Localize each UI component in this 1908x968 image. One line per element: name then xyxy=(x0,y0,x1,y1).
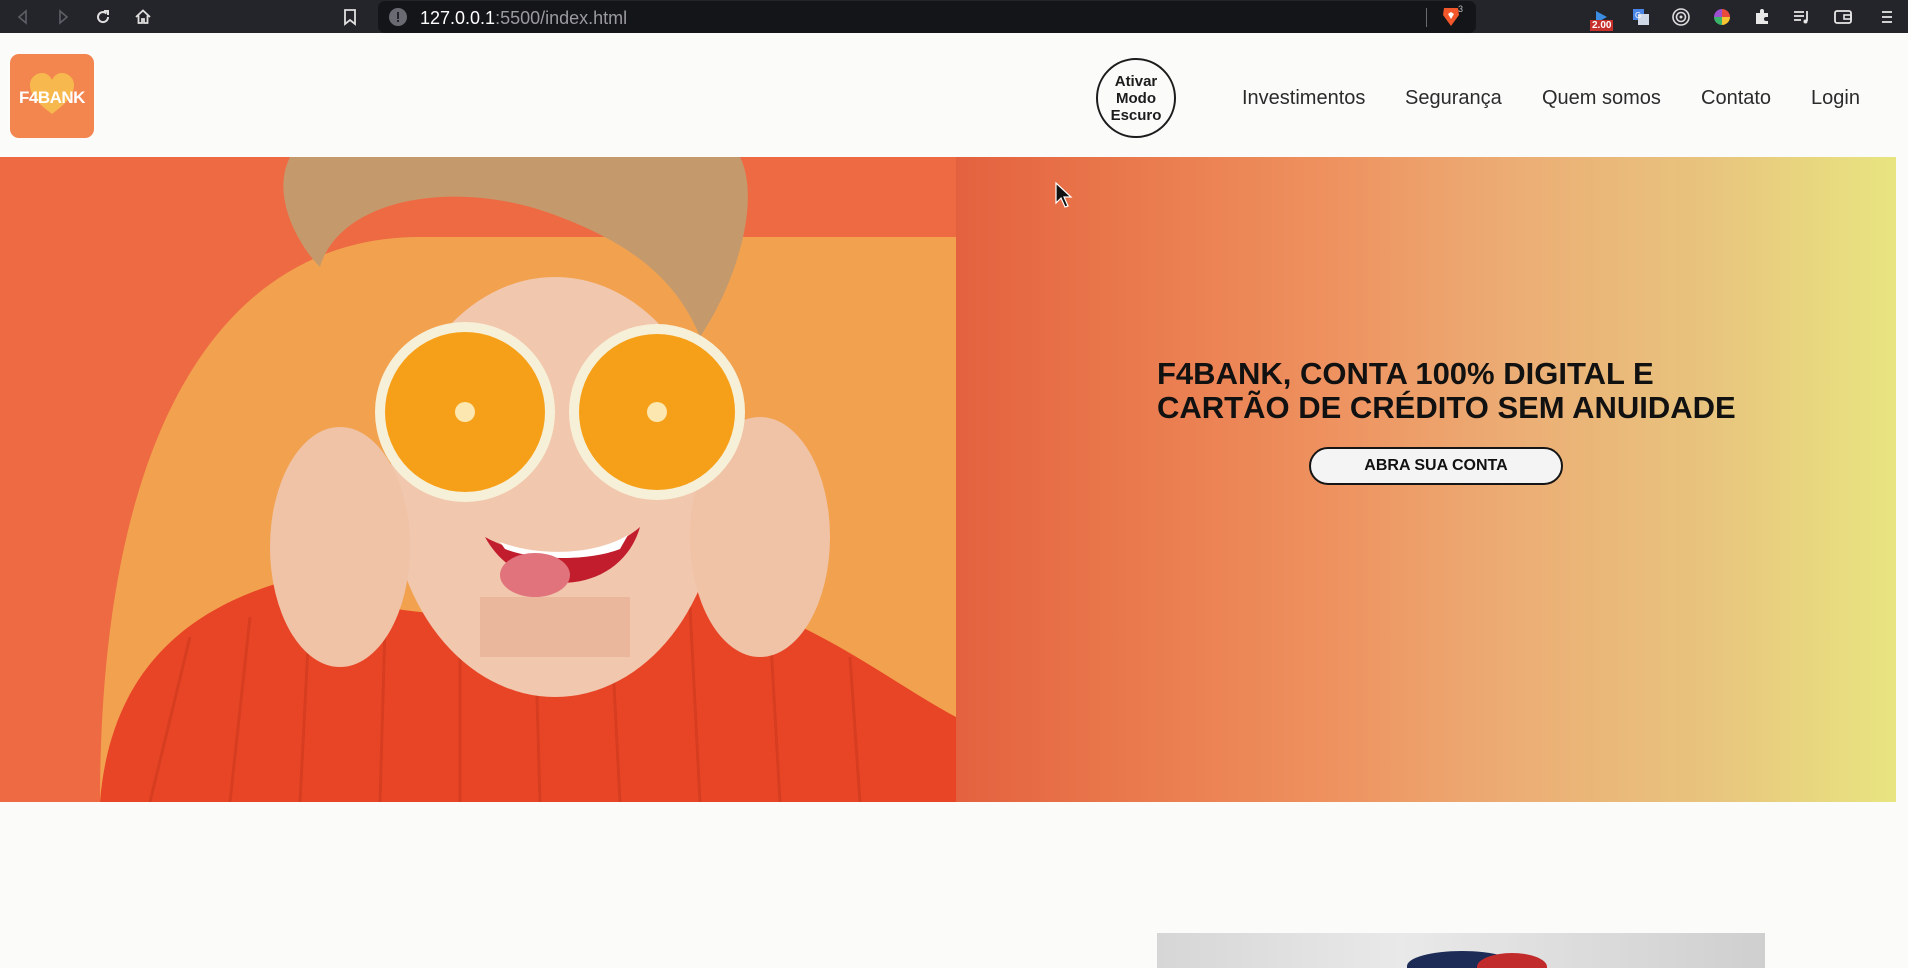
extension-badge: 2.00 xyxy=(1590,20,1614,31)
url-host: 127.0.0.1 xyxy=(420,8,496,28)
nav-investimentos[interactable]: Investimentos xyxy=(1242,87,1365,110)
logo[interactable]: F4BANK xyxy=(10,54,94,138)
mouse-cursor-icon xyxy=(1055,181,1073,208)
home-icon[interactable] xyxy=(130,4,156,30)
hero-section: F4BANK, CONTA 100% DIGITAL E CARTÃO DE C… xyxy=(0,157,1896,802)
site-info-icon[interactable] xyxy=(389,8,407,26)
url-separator xyxy=(1426,8,1427,27)
brave-shield-count: 3 xyxy=(1458,4,1464,14)
logo-text: F4BANK xyxy=(19,88,85,107)
url-path: :5500/index.html xyxy=(495,8,628,28)
extensions-puzzle-icon[interactable] xyxy=(1749,4,1775,30)
hero-illustration xyxy=(100,157,956,802)
color-picker-icon[interactable] xyxy=(1709,4,1735,30)
back-icon[interactable] xyxy=(10,4,36,30)
nav-contato[interactable]: Contato xyxy=(1701,87,1771,110)
nav-quem-somos[interactable]: Quem somos xyxy=(1542,87,1661,110)
bookmark-icon[interactable] xyxy=(337,4,363,30)
svg-text:G: G xyxy=(1635,11,1641,20)
open-account-button[interactable]: ABRA SUA CONTA xyxy=(1309,447,1563,485)
nav-login[interactable]: Login xyxy=(1811,87,1860,110)
url-text: 127.0.0.1:5500/index.html xyxy=(420,8,627,29)
translate-icon[interactable]: G xyxy=(1628,4,1654,30)
media-extension-icon[interactable]: 2.00 xyxy=(1588,4,1614,31)
address-bar[interactable]: 127.0.0.1:5500/index.html 3 xyxy=(378,1,1476,33)
playlist-icon[interactable] xyxy=(1789,4,1815,30)
hero-photo xyxy=(0,157,956,802)
target-icon[interactable] xyxy=(1668,4,1694,30)
forward-icon[interactable] xyxy=(50,4,76,30)
nav-seguranca[interactable]: Segurança xyxy=(1405,87,1502,110)
browser-toolbar: 127.0.0.1:5500/index.html 3 2.00 G xyxy=(0,0,1908,33)
menu-icon[interactable] xyxy=(1874,4,1900,30)
reload-icon[interactable] xyxy=(90,4,116,30)
section-image xyxy=(1157,933,1765,968)
dark-mode-toggle-button[interactable]: Ativar Modo Escuro xyxy=(1096,58,1176,138)
hero-title: F4BANK, CONTA 100% DIGITAL E CARTÃO DE C… xyxy=(1157,356,1736,425)
brave-shield-icon[interactable]: 3 xyxy=(1441,4,1464,28)
wallet-icon[interactable] xyxy=(1830,4,1856,30)
site-header: F4BANK Ativar Modo Escuro Investimentos … xyxy=(0,33,1908,157)
